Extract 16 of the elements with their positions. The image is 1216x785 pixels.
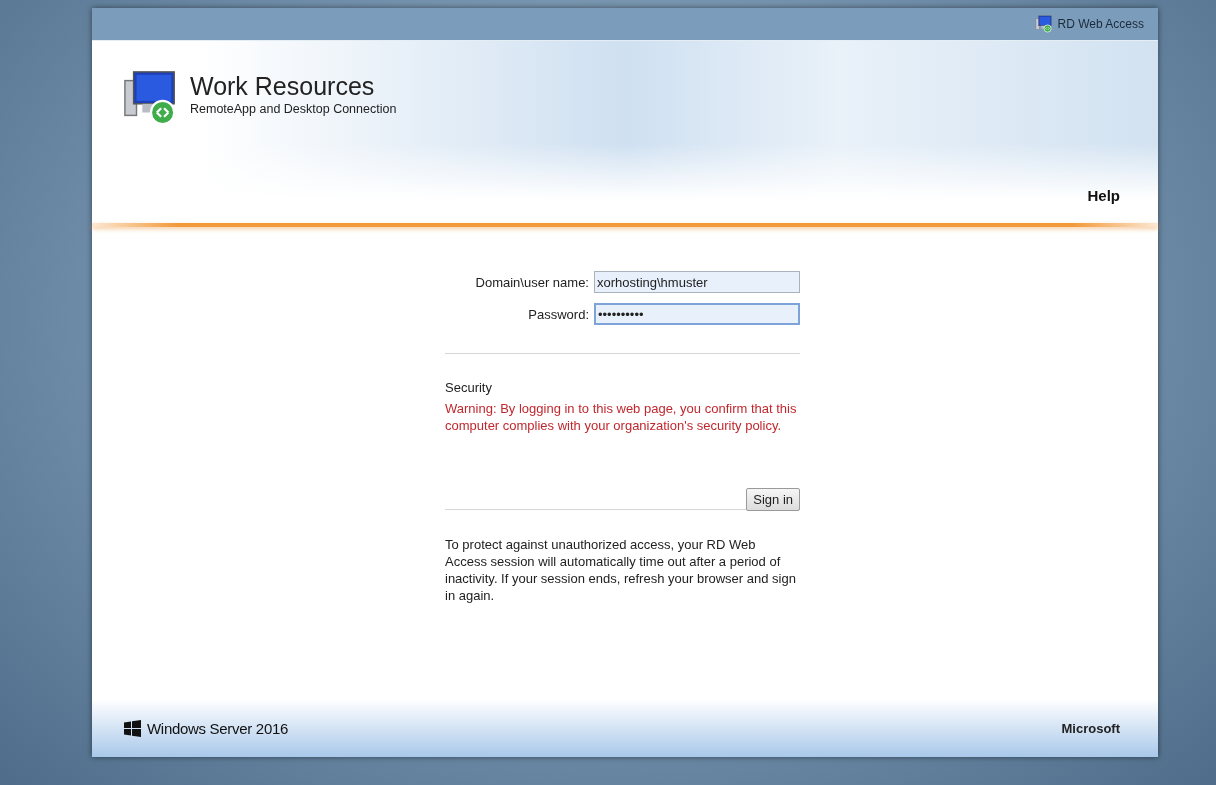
- top-bar-title: RD Web Access: [1057, 17, 1144, 31]
- help-link[interactable]: Help: [1087, 187, 1120, 204]
- vendor-name: Microsoft: [1061, 720, 1120, 736]
- field-label: Domain\user name:: [475, 274, 589, 290]
- password-field[interactable]: ••••••••••: [594, 303, 800, 325]
- field-label: Password:: [528, 306, 589, 322]
- product-name: Windows Server 2016: [147, 719, 289, 737]
- windows-logo-icon: [124, 719, 141, 737]
- session-timeout-note: To protect against unauthorized access, your RD Web Access session will automatically time out after a period of inactivity. If your session ends, refresh your browser and sign in again.: [445, 536, 797, 604]
- username-field[interactable]: xorhosting\hmuster: [594, 271, 800, 293]
- sign-in-button[interactable]: Sign in: [746, 488, 800, 511]
- security-heading: Security: [445, 380, 493, 395]
- remote-desktop-icon: [1034, 15, 1053, 33]
- header-subtitle: RemoteApp and Desktop Connection: [190, 102, 397, 116]
- header-title: Work Resources: [190, 72, 376, 101]
- security-warning: Warning: By logging in to this web page, you confirm that this computer complies with your organization's security policy.: [445, 400, 798, 434]
